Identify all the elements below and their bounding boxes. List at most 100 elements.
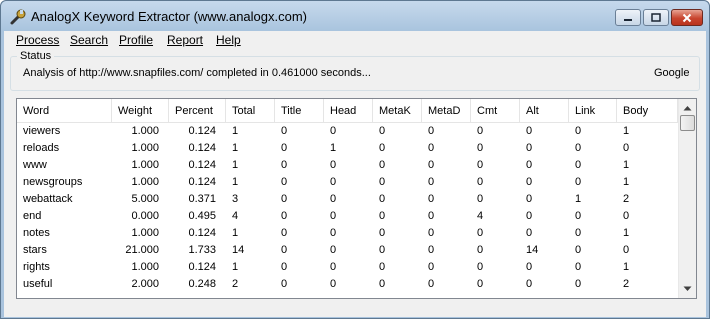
column-header-metak[interactable]: MetaK	[373, 99, 422, 123]
cell-head: 0	[330, 278, 337, 290]
cell-metad: 0	[428, 125, 435, 137]
column-header-head[interactable]: Head	[324, 99, 373, 123]
cell-metad: 0	[428, 176, 435, 188]
cell-weight: 1.000	[131, 159, 159, 171]
cell-metak: 0	[379, 261, 386, 273]
cell-link: 0	[575, 244, 582, 256]
cell-link: 0	[575, 210, 582, 222]
cell-cmt: 4	[477, 210, 484, 222]
table-row[interactable]: newsgroups 1.000 0.124 1 0 0 0 0 0 0 0 1	[17, 175, 678, 192]
menu-process[interactable]: Process	[16, 33, 59, 47]
cell-word: viewers	[23, 125, 61, 137]
cell-total: 1	[232, 176, 239, 188]
cell-link: 1	[575, 193, 582, 205]
table-row[interactable]: www 1.000 0.124 1 0 0 0 0 0 0 0 1	[17, 158, 678, 175]
cell-head: 0	[330, 210, 337, 222]
cell-head: 1	[330, 142, 337, 154]
cell-title: 0	[281, 227, 288, 239]
column-header-word[interactable]: Word	[17, 99, 112, 123]
column-header-percent[interactable]: Percent	[169, 99, 226, 123]
cell-weight: 0.000	[131, 210, 159, 222]
table-row[interactable]: notes 1.000 0.124 1 0 0 0 0 0 0 0 1	[17, 226, 678, 243]
cell-alt: 0	[526, 261, 533, 273]
cell-metad: 0	[428, 227, 435, 239]
cell-alt: 0	[526, 125, 533, 137]
cell-total: 1	[232, 227, 239, 239]
cell-metak: 0	[379, 125, 386, 137]
cell-link: 0	[575, 159, 582, 171]
cell-metad: 0	[428, 261, 435, 273]
cell-weight: 1.000	[131, 125, 159, 137]
cell-link: 0	[575, 176, 582, 188]
cell-metak: 0	[379, 244, 386, 256]
menu-report[interactable]: Report	[167, 33, 203, 47]
title-bar[interactable]: AnalogX Keyword Extractor (www.analogx.c…	[1, 1, 709, 31]
column-header-title[interactable]: Title	[275, 99, 324, 123]
cell-head: 0	[330, 261, 337, 273]
table-row[interactable]: webattack 5.000 0.371 3 0 0 0 0 0 0 1 2	[17, 192, 678, 209]
scroll-up-icon[interactable]	[683, 105, 692, 111]
cell-metak: 0	[379, 210, 386, 222]
cell-cmt: 0	[477, 159, 484, 171]
cell-metak: 0	[379, 159, 386, 171]
menu-help[interactable]: Help	[216, 33, 241, 47]
maximize-button[interactable]	[643, 9, 669, 26]
cell-weight: 21.000	[125, 244, 159, 256]
cell-metad: 0	[428, 159, 435, 171]
column-header-body[interactable]: Body	[617, 99, 678, 123]
cell-cmt: 0	[477, 278, 484, 290]
cell-metak: 0	[379, 176, 386, 188]
close-button[interactable]	[671, 9, 703, 26]
cell-title: 0	[281, 159, 288, 171]
table-row[interactable]: end 0.000 0.495 4 0 0 0 0 4 0 0 0	[17, 209, 678, 226]
cell-head: 0	[330, 227, 337, 239]
scroll-thumb[interactable]	[680, 115, 695, 131]
cell-link: 0	[575, 125, 582, 137]
search-engine-label: Google	[654, 67, 690, 79]
cell-alt: 0	[526, 142, 533, 154]
column-header-weight[interactable]: Weight	[112, 99, 169, 123]
cell-metad: 0	[428, 244, 435, 256]
wrench-icon	[10, 9, 26, 25]
cell-percent: 0.124	[188, 159, 216, 171]
cell-title: 0	[281, 193, 288, 205]
cell-word: reloads	[23, 142, 60, 154]
cell-word: rights	[23, 261, 50, 273]
cell-body: 1	[623, 261, 630, 273]
cell-body: 1	[623, 176, 630, 188]
cell-word: notes	[23, 227, 50, 239]
cell-title: 0	[281, 125, 288, 137]
cell-weight: 1.000	[131, 227, 159, 239]
table-row[interactable]: rights 1.000 0.124 1 0 0 0 0 0 0 0 1	[17, 260, 678, 277]
cell-total: 1	[232, 125, 239, 137]
cell-head: 0	[330, 176, 337, 188]
window-title: AnalogX Keyword Extractor (www.analogx.c…	[31, 9, 308, 24]
column-header-total[interactable]: Total	[226, 99, 275, 123]
menu-profile[interactable]: Profile	[119, 33, 153, 47]
vertical-scrollbar[interactable]	[678, 99, 696, 298]
column-header-metad[interactable]: MetaD	[422, 99, 471, 123]
cell-metad: 0	[428, 210, 435, 222]
scroll-down-icon[interactable]	[683, 286, 692, 292]
column-header-cmt[interactable]: Cmt	[471, 99, 520, 123]
column-header-alt[interactable]: Alt	[520, 99, 569, 123]
table-row[interactable]: viewers 1.000 0.124 1 0 0 0 0 0 0 0 1	[17, 124, 678, 141]
table-row[interactable]: useful 2.000 0.248 2 0 0 0 0 0 0 0 2	[17, 277, 678, 294]
table-header: Word Weight Percent Total Title Head MetaK Meta…	[17, 99, 678, 123]
cell-total: 4	[232, 210, 239, 222]
table-row[interactable]: stars 21.000 1.733 14 0 0 0 0 0 14 0 0	[17, 243, 678, 260]
cell-total: 1	[232, 261, 239, 273]
minimize-button[interactable]	[615, 9, 641, 26]
table-row[interactable]: reloads 1.000 0.124 1 0 1 0 0 0 0 0 0	[17, 141, 678, 158]
column-header-link[interactable]: Link	[569, 99, 617, 123]
cell-total: 2	[232, 278, 239, 290]
cell-cmt: 0	[477, 193, 484, 205]
menu-search[interactable]: Search	[70, 33, 108, 47]
cell-alt: 0	[526, 227, 533, 239]
cell-title: 0	[281, 278, 288, 290]
cell-cmt: 0	[477, 176, 484, 188]
cell-alt: 0	[526, 176, 533, 188]
cell-cmt: 0	[477, 142, 484, 154]
cell-word: stars	[23, 244, 47, 256]
cell-total: 3	[232, 193, 239, 205]
